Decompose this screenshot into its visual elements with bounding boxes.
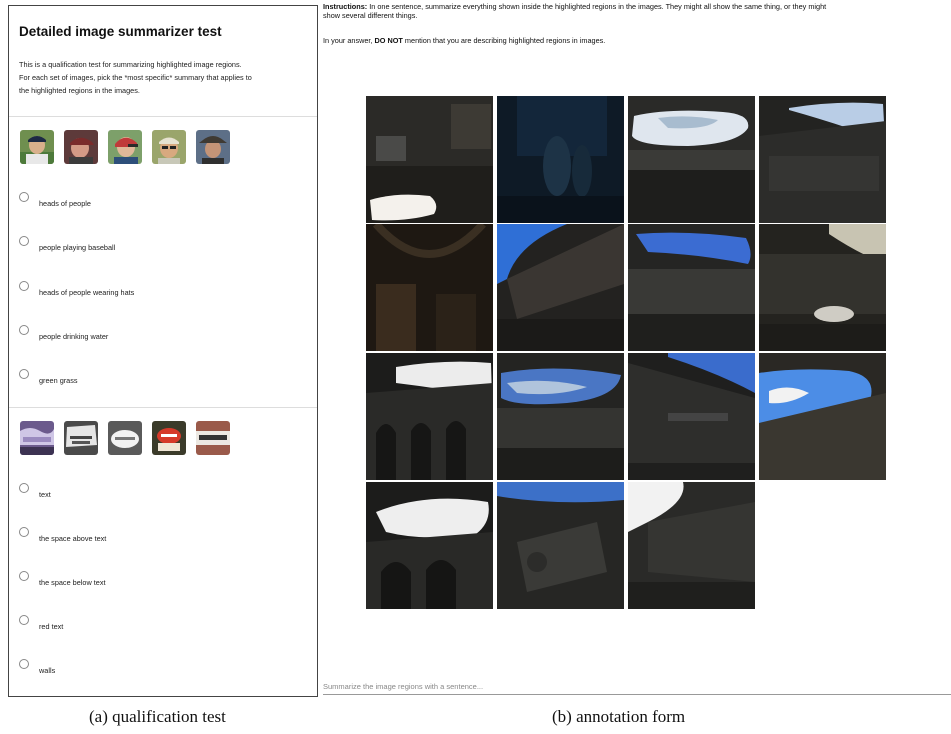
man-hat-head-thumbnail	[196, 130, 230, 164]
kid-helmet-head-thumbnail	[108, 130, 142, 164]
summary-input[interactable]	[323, 677, 951, 695]
black-mac-sign-text-thumbnail	[196, 421, 230, 455]
option-label: green grass	[39, 376, 78, 385]
note-suffix: mention that you are describing highligh…	[402, 36, 606, 45]
image-tile-hangar-sky	[628, 224, 755, 351]
description-line-1: This is a qualification test for summari…	[19, 60, 242, 69]
image-tile-arches	[366, 353, 493, 480]
option-label: the space below text	[39, 578, 106, 587]
radio-button[interactable]	[19, 236, 29, 246]
man-cap-head-thumbnail	[64, 130, 98, 164]
set2-option-1[interactable]: text	[19, 483, 309, 503]
radio-button[interactable]	[19, 571, 29, 581]
option-label: heads of people	[39, 199, 91, 208]
qualification-description: This is a qualification test for summari…	[19, 58, 309, 97]
set2-option-5[interactable]: walls	[19, 659, 309, 679]
image-tile-helicopter	[497, 482, 624, 609]
set2-option-3[interactable]: the space below text	[19, 571, 309, 591]
set2-option-4[interactable]: red text	[19, 615, 309, 635]
option-label: red text	[39, 622, 64, 631]
description-line-2: For each set of images, pick the *most s…	[19, 73, 252, 82]
set1-option-1[interactable]: heads of people	[19, 192, 309, 212]
option-label: people drinking water	[39, 332, 109, 341]
set1-option-2[interactable]: people playing baseball	[19, 236, 309, 256]
radio-button[interactable]	[19, 369, 29, 379]
purple-sign-text-thumbnail	[20, 421, 54, 455]
image-tile-hangar-clouds	[497, 353, 624, 480]
set1-option-4[interactable]: people drinking water	[19, 325, 309, 345]
image-tile-warehouse	[759, 96, 886, 223]
radio-button[interactable]	[19, 527, 29, 537]
instructions-line-1: Instructions: In one sentence, summarize…	[323, 2, 951, 11]
option-label: walls	[39, 666, 56, 675]
option-label: the space above text	[39, 534, 107, 543]
image-tile-street-building	[628, 353, 755, 480]
baseball-player-head-thumbnail	[20, 130, 54, 164]
option-label: heads of people wearing hats	[39, 288, 135, 297]
image-tile-cafe	[759, 224, 886, 351]
image-tile-campus-building	[759, 353, 886, 480]
caption-annotation-form: (b) annotation form	[552, 707, 686, 726]
white-sign-text-thumbnail	[108, 421, 142, 455]
image-tile-concert	[497, 96, 624, 223]
set1-option-3[interactable]: heads of people wearing hats	[19, 281, 309, 301]
radio-button[interactable]	[19, 192, 29, 202]
image-tile-arcade-building	[628, 96, 755, 223]
radio-button[interactable]	[19, 281, 29, 291]
option-label: people playing baseball	[39, 243, 116, 252]
radio-button[interactable]	[19, 325, 29, 335]
radio-button[interactable]	[19, 483, 29, 493]
image-tile-cathedral	[366, 224, 493, 351]
set2-thumbnails	[20, 421, 230, 455]
option-label: text	[39, 490, 51, 499]
note-prefix: In your answer,	[323, 36, 375, 45]
image-tile-storefront	[628, 482, 755, 609]
answer-note: In your answer, DO NOT mention that you …	[323, 36, 605, 45]
set1-option-5[interactable]: green grass	[19, 369, 309, 389]
note-emphasis: DO NOT	[374, 36, 403, 45]
set2-option-2[interactable]: the space above text	[19, 527, 309, 547]
annotation-form-panel: Instructions: In one sentence, summarize…	[323, 0, 951, 697]
set1-thumbnails	[20, 130, 230, 164]
red-sign-text-thumbnail	[152, 421, 186, 455]
image-tile-bridge	[366, 482, 493, 609]
radio-button[interactable]	[19, 659, 29, 669]
section-divider	[9, 116, 317, 117]
image-tile-office	[366, 96, 493, 223]
radio-button[interactable]	[19, 615, 29, 625]
description-line-3: the highlighted regions in the images.	[19, 86, 140, 95]
image-tile-viaduct	[497, 224, 624, 351]
qualification-title: Detailed image summarizer test	[19, 24, 222, 39]
caption-qualification-test: (a) qualification test	[89, 707, 226, 726]
instructions: Instructions: In one sentence, summarize…	[323, 2, 951, 20]
qualification-test-panel: Detailed image summarizer test This is a…	[8, 5, 318, 697]
cook-sign-text-thumbnail	[64, 421, 98, 455]
section-divider	[9, 407, 317, 408]
man-sunglasses-head-thumbnail	[152, 130, 186, 164]
instructions-text-2: show several different things.	[323, 11, 418, 20]
instructions-text-1: In one sentence, summarize everything sh…	[367, 2, 827, 11]
instructions-label: Instructions:	[323, 2, 368, 11]
